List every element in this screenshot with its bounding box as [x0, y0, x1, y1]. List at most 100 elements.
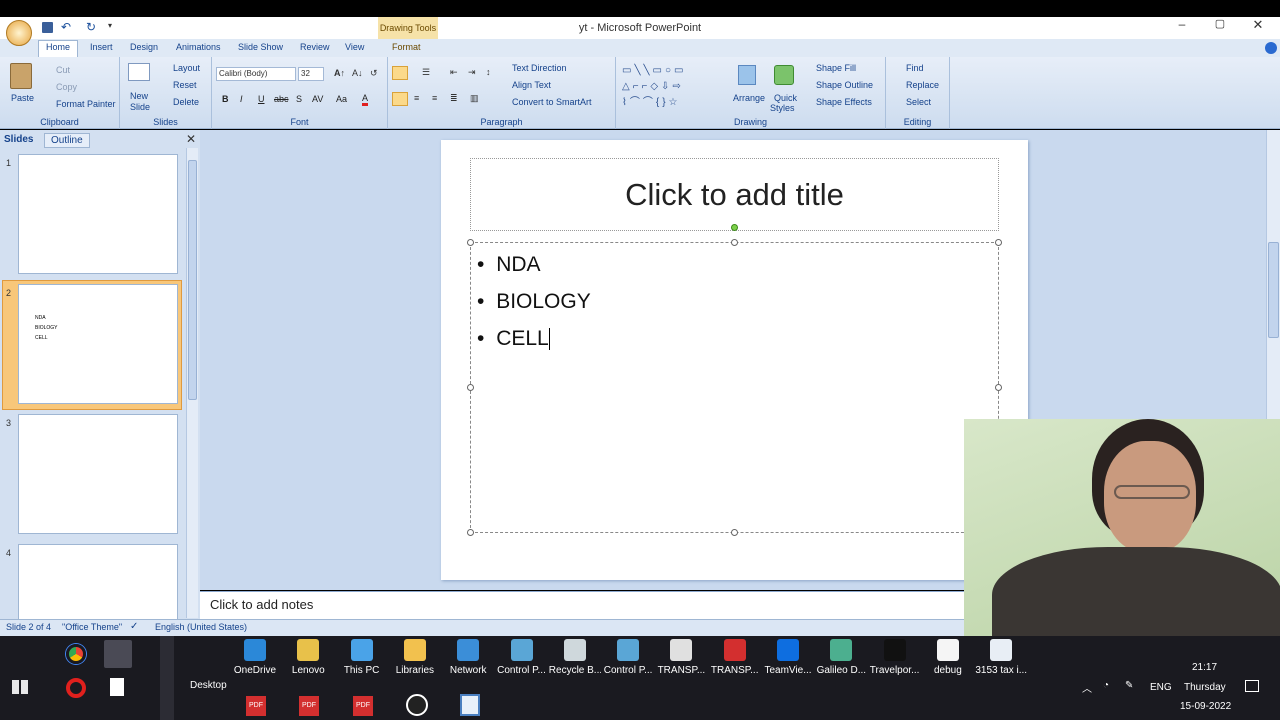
shrink-font-icon[interactable]: A↓ — [352, 68, 363, 78]
language-status[interactable]: English (United States) — [155, 622, 247, 632]
increase-indent-icon[interactable]: ⇥ — [468, 67, 476, 78]
tab-animations[interactable]: Animations — [176, 42, 221, 52]
pen-icon[interactable]: ✎ — [1125, 680, 1133, 691]
shape-fill-button[interactable]: Shape Fill — [816, 63, 856, 73]
arrange-button[interactable]: Arrange — [733, 93, 765, 103]
quick-access-dropdown-icon[interactable]: ▾ — [108, 21, 112, 30]
close-button[interactable]: ✕ — [1248, 17, 1268, 37]
layout-button[interactable]: Layout — [173, 63, 200, 73]
desktop-icon[interactable]: Travelpor... — [869, 639, 921, 676]
new-slide-icon[interactable] — [128, 63, 150, 81]
image-file-icon[interactable] — [460, 694, 480, 716]
desktop-icon[interactable]: Control P... — [496, 639, 548, 676]
line-spacing-icon[interactable]: ↕ — [486, 67, 491, 77]
align-text-button[interactable]: Align Text — [512, 80, 551, 90]
align-center-icon[interactable]: ≡ — [414, 93, 419, 103]
office-button[interactable] — [6, 20, 32, 46]
obs-icon[interactable] — [406, 694, 428, 716]
notification-icon[interactable] — [1245, 680, 1259, 692]
desktop-icon[interactable]: Libraries — [389, 639, 441, 676]
font-color-icon[interactable]: A — [362, 93, 369, 106]
new-slide-button-line1[interactable]: New — [130, 91, 148, 101]
desktop-icon[interactable]: 3153 tax i... — [975, 639, 1027, 676]
save-icon[interactable] — [42, 22, 53, 33]
maximize-button[interactable]: ▢ — [1210, 17, 1230, 37]
tray-chevron-icon[interactable]: ︿ — [1082, 680, 1092, 695]
arrange-icon[interactable] — [738, 65, 756, 85]
pdf-icon[interactable]: PDF — [299, 696, 319, 716]
change-case-icon[interactable]: Aa — [336, 94, 347, 104]
network-icon[interactable]: ◔ — [1103, 680, 1109, 691]
justify-icon[interactable]: ≣ — [450, 93, 458, 104]
desktop-icon[interactable]: Lenovo — [282, 639, 334, 676]
main-scroll-thumb[interactable] — [1268, 242, 1279, 338]
content-placeholder[interactable]: • NDA • BIOLOGY • CELL — [467, 239, 1002, 536]
quick-styles-line1[interactable]: Quick — [774, 93, 797, 103]
font-name-select[interactable]: Calibri (Body) — [216, 67, 296, 81]
clear-format-icon[interactable]: ↺ — [370, 68, 378, 79]
desktop-icon[interactable]: Network — [442, 639, 494, 676]
tab-outline[interactable]: Outline — [44, 133, 90, 148]
slide-canvas[interactable]: Click to add title • NDA • BIOLOGY • CEL… — [441, 140, 1028, 580]
font-size-select[interactable]: 32 — [298, 67, 324, 81]
clock-day[interactable]: Thursday — [1184, 682, 1226, 693]
select-button[interactable]: Select — [906, 97, 931, 107]
slide-thumbnail-selected[interactable]: NDA BIOLOGY CELL — [18, 284, 178, 404]
desktop-icon[interactable]: debug — [922, 639, 974, 676]
replace-button[interactable]: Replace — [906, 80, 939, 90]
text-direction-button[interactable]: Text Direction — [512, 63, 567, 73]
reset-button[interactable]: Reset — [173, 80, 197, 90]
slide-thumbnail[interactable] — [18, 414, 178, 534]
resize-handle[interactable] — [467, 529, 474, 536]
windows-start-icon[interactable] — [12, 680, 28, 694]
desktop-icon[interactable]: Control P... — [602, 639, 654, 676]
shape-outline-button[interactable]: Shape Outline — [816, 80, 873, 90]
taskbar-scrollbar[interactable] — [160, 636, 174, 720]
tab-design[interactable]: Design — [130, 42, 158, 52]
align-right-icon[interactable]: ≡ — [432, 93, 437, 103]
numbering-icon[interactable]: ☰ — [422, 67, 430, 78]
file-icon[interactable] — [110, 678, 124, 696]
shape-effects-button[interactable]: Shape Effects — [816, 97, 872, 107]
undo-icon[interactable]: ↶ — [61, 20, 71, 34]
desktop-icon[interactable]: TRANSP... — [709, 639, 761, 676]
tab-review[interactable]: Review — [300, 42, 330, 52]
char-spacing-icon[interactable]: AV — [312, 94, 323, 104]
resize-handle[interactable] — [995, 239, 1002, 246]
panel-scrollbar[interactable] — [186, 148, 198, 618]
cut-button[interactable]: Cut — [56, 65, 70, 75]
desktop-icon[interactable]: TRANSP... — [655, 639, 707, 676]
resize-handle[interactable] — [467, 384, 474, 391]
shapes-gallery[interactable]: ▭╲╲▭○▭ △⌐⌐◇⇩⇨ ⌇⌒⌒{}☆ — [622, 63, 726, 111]
slide-thumbnail[interactable] — [18, 544, 178, 619]
desktop-icon[interactable]: OneDrive — [229, 639, 281, 676]
language-indicator[interactable]: ENG — [1150, 682, 1172, 693]
minimize-button[interactable]: – — [1172, 17, 1192, 37]
shadow-icon[interactable]: S — [296, 94, 302, 104]
resize-handle[interactable] — [731, 239, 738, 246]
underline-icon[interactable]: U — [258, 94, 265, 104]
paste-button[interactable]: Paste — [11, 93, 34, 103]
new-slide-button-line2[interactable]: Slide — [130, 102, 150, 112]
resize-handle[interactable] — [731, 529, 738, 536]
pdf-icon[interactable]: PDF — [246, 696, 266, 716]
opera-icon[interactable] — [66, 678, 86, 698]
panel-close-icon[interactable]: ✕ — [186, 132, 196, 146]
copy-button[interactable]: Copy — [56, 82, 77, 92]
bold-icon[interactable]: B — [222, 94, 229, 104]
tab-format[interactable]: Format — [392, 42, 421, 52]
resize-handle[interactable] — [995, 384, 1002, 391]
clock-time[interactable]: 21:17 — [1192, 662, 1217, 673]
tab-slide-show[interactable]: Slide Show — [238, 42, 283, 52]
quick-styles-line2[interactable]: Styles — [770, 103, 795, 113]
find-button[interactable]: Find — [906, 63, 924, 73]
pdf-icon[interactable]: PDF — [353, 696, 373, 716]
title-placeholder[interactable]: Click to add title — [470, 158, 999, 231]
desktop-icon[interactable]: TeamVie... — [762, 639, 814, 676]
help-icon[interactable] — [1265, 42, 1277, 54]
desktop-icon[interactable]: Recycle B... — [549, 639, 601, 676]
powerpoint-taskbar-icon[interactable] — [104, 640, 132, 668]
panel-scroll-thumb[interactable] — [188, 160, 197, 400]
strikethrough-icon[interactable]: abc — [274, 94, 289, 104]
delete-button[interactable]: Delete — [173, 97, 199, 107]
